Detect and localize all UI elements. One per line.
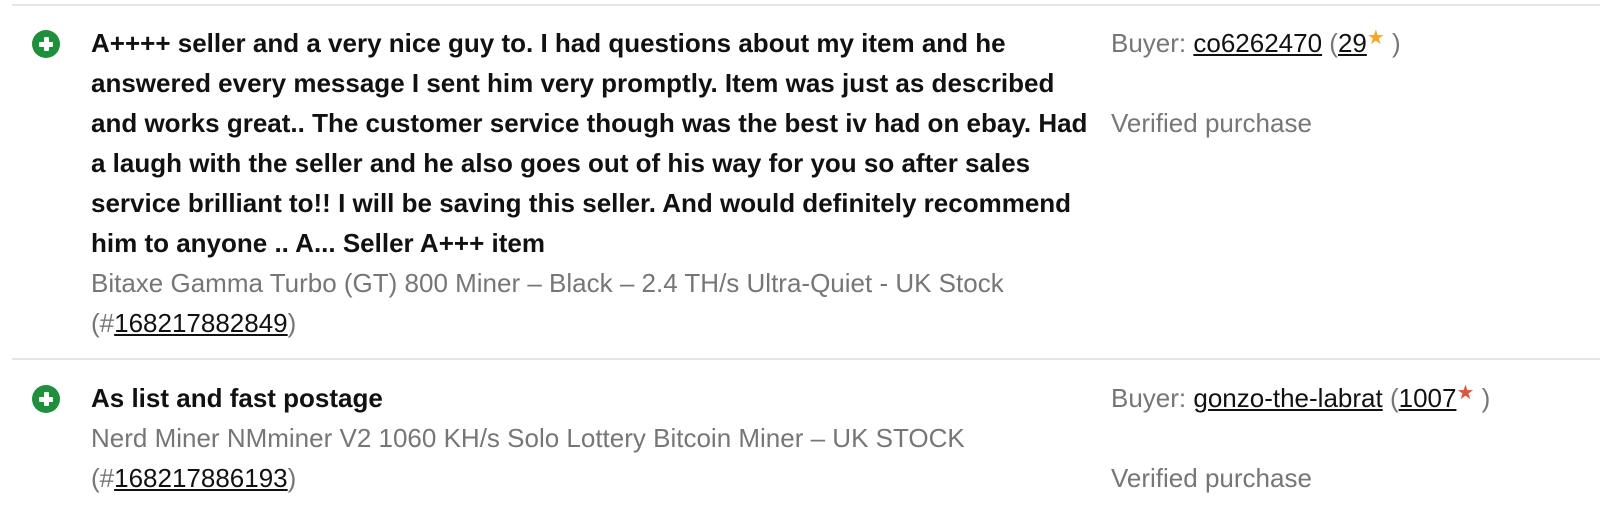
- item-number-prefix: (#: [91, 308, 115, 338]
- verified-purchase-label: Verified purchase: [1111, 463, 1312, 493]
- item-number-link[interactable]: 168217886193: [114, 463, 288, 493]
- score-close: ): [1384, 28, 1401, 58]
- verified-purchase-label: Verified purchase: [1111, 108, 1312, 138]
- item-title: Bitaxe Gamma Turbo (GT) 800 Miner – Blac…: [91, 268, 1004, 298]
- feedback-comment: A++++ seller and a very nice guy to. I h…: [91, 28, 1088, 258]
- item-info: Nerd Miner NMminer V2 1060 KH/s Solo Lot…: [91, 418, 1096, 498]
- score-open: (: [1382, 383, 1399, 413]
- buyer-info: Buyer: co6262470 (29★ ): [1111, 23, 1401, 66]
- item-info: Bitaxe Gamma Turbo (GT) 800 Miner – Blac…: [91, 263, 1096, 343]
- star-icon: ★: [1456, 382, 1475, 404]
- item-title: Nerd Miner NMminer V2 1060 KH/s Solo Lot…: [91, 423, 965, 453]
- plus-circle-icon: [32, 385, 60, 413]
- buyer-label: Buyer:: [1111, 28, 1194, 58]
- divider: [12, 4, 1600, 6]
- score-open: (: [1322, 28, 1338, 58]
- item-number-suffix: ): [287, 308, 297, 338]
- buyer-score-link[interactable]: 29: [1338, 28, 1367, 58]
- star-icon: ★: [1366, 27, 1385, 49]
- item-number-link[interactable]: 168217882849: [114, 308, 288, 338]
- buyer-info: Buyer: gonzo-the-labrat (1007★ ): [1111, 378, 1490, 421]
- buyer-label: Buyer:: [1111, 383, 1194, 413]
- buyer-score-link[interactable]: 1007: [1399, 383, 1457, 413]
- plus-circle-icon: [32, 30, 60, 58]
- divider: [12, 358, 1600, 360]
- buyer-name-link[interactable]: co6262470: [1193, 28, 1322, 58]
- buyer-name-link[interactable]: gonzo-the-labrat: [1193, 383, 1382, 413]
- item-number-suffix: ): [287, 463, 297, 493]
- feedback-comment: As list and fast postage: [91, 383, 383, 413]
- score-close: ): [1474, 383, 1491, 413]
- feedback-list: A++++ seller and a very nice guy to. I h…: [0, 0, 1600, 523]
- item-number-prefix: (#: [91, 463, 115, 493]
